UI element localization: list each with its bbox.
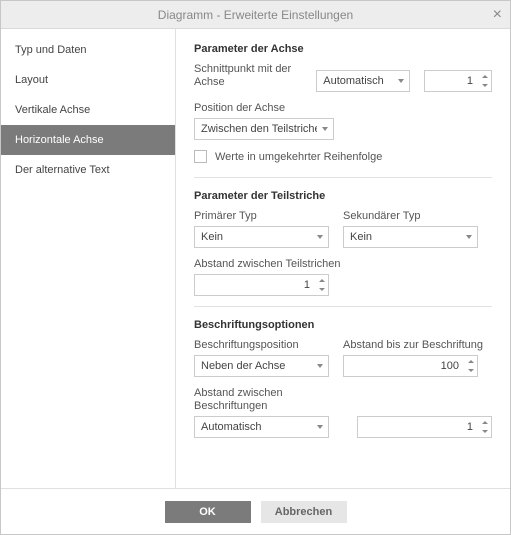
chevron-down-icon[interactable] [319, 288, 325, 291]
chevron-up-icon[interactable] [319, 279, 325, 282]
position-label: Position der Achse [194, 102, 334, 115]
chevron-down-icon[interactable] [468, 369, 474, 372]
primary-type-select[interactable]: Kein [194, 226, 329, 248]
label-interval-label: Abstand zwischen Beschriftungen [194, 387, 343, 413]
label-position-label: Beschriftungsposition [194, 339, 329, 352]
label-interval-spinner[interactable] [357, 416, 492, 438]
label-position-value: Neben der Achse [201, 360, 285, 372]
label-interval-mode-value: Automatisch [201, 421, 262, 433]
titlebar: Diagramm - Erweiterte Einstellungen × [1, 1, 510, 29]
reverse-label: Werte in umgekehrter Reihenfolge [215, 151, 382, 163]
content-pane: Parameter der Achse Schnittpunkt mit der… [176, 29, 510, 488]
tick-interval-label: Abstand zwischen Teilstrichen [194, 258, 341, 271]
cross-mode-select[interactable]: Automatisch [316, 70, 410, 92]
cross-value-spinner[interactable] [424, 70, 492, 92]
chevron-up-icon[interactable] [482, 421, 488, 424]
axis-position-value: Zwischen den Teilstrichen [201, 123, 317, 135]
cross-label: Schnittpunkt mit der Achse [194, 63, 302, 89]
tick-interval-input[interactable] [195, 275, 314, 295]
label-interval-input[interactable] [358, 417, 477, 437]
chevron-down-icon[interactable] [482, 84, 488, 87]
label-distance-input[interactable] [344, 356, 463, 376]
secondary-type-label: Sekundärer Typ [343, 210, 478, 223]
ok-button[interactable]: OK [165, 501, 251, 523]
label-interval-mode-select[interactable]: Automatisch [194, 416, 329, 438]
primary-type-value: Kein [201, 231, 223, 243]
sidebar-item-type-data[interactable]: Typ und Daten [1, 35, 175, 65]
reverse-checkbox[interactable] [194, 150, 207, 163]
dialog-footer: OK Abbrechen [1, 488, 510, 534]
sidebar-item-layout[interactable]: Layout [1, 65, 175, 95]
spacer [357, 400, 492, 413]
chevron-up-icon[interactable] [482, 75, 488, 78]
tick-params-title: Parameter der Teilstriche [194, 190, 492, 202]
sidebar-item-alt-text[interactable]: Der alternative Text [1, 155, 175, 185]
sidebar: Typ und Daten Layout Vertikale Achse Hor… [1, 29, 176, 488]
primary-type-label: Primärer Typ [194, 210, 329, 223]
secondary-type-select[interactable]: Kein [343, 226, 478, 248]
dialog-body: Typ und Daten Layout Vertikale Achse Hor… [1, 29, 510, 488]
dialog: Diagramm - Erweiterte Einstellungen × Ty… [0, 0, 511, 535]
divider [194, 306, 492, 307]
tick-interval-spinner[interactable] [194, 274, 329, 296]
axis-position-select[interactable]: Zwischen den Teilstrichen [194, 118, 334, 140]
label-distance-spinner[interactable] [343, 355, 478, 377]
axis-params-title: Parameter der Achse [194, 43, 492, 55]
cross-value-input[interactable] [425, 71, 477, 91]
secondary-type-value: Kein [350, 231, 372, 243]
dialog-title: Diagramm - Erweiterte Einstellungen [158, 8, 353, 22]
divider [194, 177, 492, 178]
label-opts-title: Beschriftungsoptionen [194, 319, 492, 331]
sidebar-item-horizontal-axis[interactable]: Horizontale Achse [1, 125, 175, 155]
close-icon[interactable]: × [493, 5, 502, 25]
chevron-down-icon[interactable] [482, 430, 488, 433]
label-distance-label: Abstand bis zur Beschriftung [343, 339, 483, 352]
cross-mode-value: Automatisch [323, 75, 384, 87]
label-position-select[interactable]: Neben der Achse [194, 355, 329, 377]
sidebar-item-vertical-axis[interactable]: Vertikale Achse [1, 95, 175, 125]
chevron-up-icon[interactable] [468, 360, 474, 363]
cancel-button[interactable]: Abbrechen [261, 501, 347, 523]
